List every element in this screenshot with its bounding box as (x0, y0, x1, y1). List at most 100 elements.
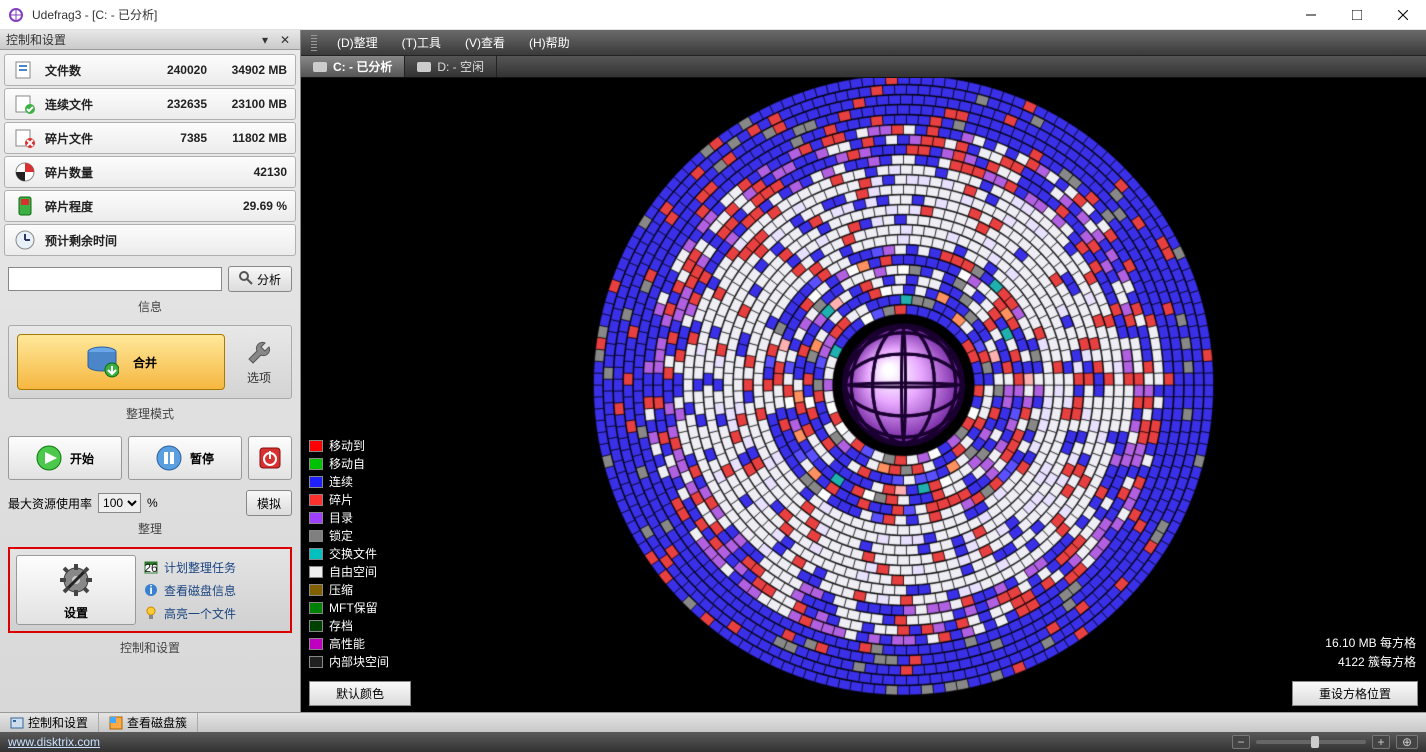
wrench-icon (245, 339, 273, 367)
menu-item[interactable]: (H)帮助 (519, 34, 580, 51)
search-icon (239, 271, 253, 288)
info-section-label: 信息 (0, 296, 300, 321)
zoom-in-button[interactable]: + (1372, 735, 1390, 749)
reset-grid-button[interactable]: 重设方格位置 (1292, 681, 1418, 706)
legend-swatch (309, 602, 323, 614)
bottom-tabs: 控制和设置 查看磁盘簇 (0, 712, 1426, 732)
left-panel-header: 控制和设置 ▾ ✕ (0, 30, 300, 50)
stop-button[interactable] (248, 436, 292, 480)
stat-value-2: 34902 MB (207, 63, 287, 77)
menubar: (D)整理(T)工具(V)查看(H)帮助 (301, 30, 1426, 56)
close-button[interactable] (1380, 0, 1426, 30)
task-item[interactable]: 高亮一个文件 (144, 605, 284, 622)
stats-list: 文件数 240020 34902 MB 连续文件 232635 23100 MB… (0, 50, 300, 262)
legend-swatch (309, 512, 323, 524)
resource-select[interactable]: 100 (98, 493, 141, 513)
legend-item: 连续 (309, 473, 389, 490)
legend-swatch (309, 584, 323, 596)
menu-item[interactable]: (D)整理 (327, 34, 388, 51)
settings-label: 设置 (64, 604, 88, 621)
legend-item: 锁定 (309, 527, 389, 544)
stat-label: 连续文件 (45, 96, 137, 113)
legend-swatch (309, 566, 323, 578)
task-icon (144, 606, 158, 620)
svg-text:i: i (149, 583, 152, 597)
task-item[interactable]: i查看磁盘信息 (144, 582, 284, 599)
start-button[interactable]: 开始 (8, 436, 122, 480)
analyze-button[interactable]: 分析 (228, 266, 292, 292)
app-icon (8, 7, 24, 23)
menubar-grip[interactable] (311, 35, 317, 51)
status-url[interactable]: www.disktrix.com (8, 735, 100, 749)
bottom-tab-label: 查看磁盘簇 (127, 714, 187, 731)
dropdown-icon[interactable]: ▾ (262, 33, 276, 47)
viz-info-line1: 16.10 MB 每方格 (1325, 634, 1416, 651)
legend-label: 自由空间 (329, 563, 377, 580)
legend-swatch (309, 530, 323, 542)
stat-row: 碎片数量 42130 (4, 156, 296, 188)
task-item[interactable]: 26计划整理任务 (144, 559, 284, 576)
merge-label: 合并 (133, 354, 157, 371)
stat-row: 预计剩余时间 (4, 224, 296, 256)
stat-icon (13, 194, 37, 218)
pause-label: 暂停 (190, 450, 214, 467)
stat-icon (13, 126, 37, 150)
path-input[interactable] (8, 267, 222, 291)
titlebar: Udefrag3 - [C: - 已分析] (0, 0, 1426, 30)
legend-label: 锁定 (329, 527, 353, 544)
legend-label: 移动自 (329, 455, 365, 472)
stat-icon (13, 228, 37, 252)
zoom-out-button[interactable]: − (1232, 735, 1250, 749)
settings-button[interactable]: 设置 (16, 555, 136, 625)
options-label: 选项 (247, 369, 271, 386)
stat-row: 碎片文件 7385 11802 MB (4, 122, 296, 154)
statusbar: www.disktrix.com − + ⊕ (0, 732, 1426, 752)
zoom-slider[interactable] (1256, 740, 1366, 744)
resource-unit: % (147, 496, 158, 510)
drive-tab[interactable]: C: - 已分析 (301, 56, 405, 77)
legend-item: 移动到 (309, 437, 389, 454)
right-panel: (D)整理(T)工具(V)查看(H)帮助 C: - 已分析 D: - 空闲 移动到… (301, 30, 1426, 712)
pin-icon[interactable]: ✕ (280, 33, 294, 47)
options-button[interactable]: 选项 (235, 339, 283, 386)
stat-label: 碎片文件 (45, 130, 137, 147)
settings-box: 设置 26计划整理任务 i查看磁盘信息高亮一个文件 (8, 547, 292, 633)
minimize-button[interactable] (1288, 0, 1334, 30)
legend-swatch (309, 458, 323, 470)
drive-tab-label: C: - 已分析 (333, 58, 392, 75)
legend-item: 压缩 (309, 581, 389, 598)
svg-text:26: 26 (144, 561, 158, 574)
menu-item[interactable]: (V)查看 (455, 34, 515, 51)
simulate-button[interactable]: 模拟 (246, 490, 292, 516)
legend-swatch (309, 476, 323, 488)
pause-icon (156, 445, 182, 471)
stat-value-2: 23100 MB (207, 97, 287, 111)
legend-label: 碎片 (329, 491, 353, 508)
legend-item: 移动自 (309, 455, 389, 472)
stat-value-1: 240020 (137, 63, 207, 77)
legend-item: 碎片 (309, 491, 389, 508)
bottom-tab[interactable]: 控制和设置 (0, 713, 99, 732)
disk-map[interactable] (301, 78, 1426, 712)
menu-item[interactable]: (T)工具 (392, 34, 451, 51)
default-colors-button[interactable]: 默认颜色 (309, 681, 411, 706)
zoom-fit-button[interactable]: ⊕ (1396, 735, 1418, 749)
stat-label: 预计剩余时间 (45, 232, 137, 249)
settings-section-label: 控制和设置 (0, 637, 300, 662)
mode-section-label: 整理模式 (0, 403, 300, 428)
play-icon (36, 445, 62, 471)
pause-button[interactable]: 暂停 (128, 436, 242, 480)
stat-label: 碎片程度 (45, 198, 137, 215)
drive-icon (313, 62, 327, 72)
maximize-button[interactable] (1334, 0, 1380, 30)
bottom-tab-icon (109, 716, 123, 730)
drive-tab[interactable]: D: - 空闲 (405, 56, 497, 77)
bottom-tab[interactable]: 查看磁盘簇 (99, 713, 198, 732)
merge-button[interactable]: 合并 (17, 334, 225, 390)
bottom-tab-label: 控制和设置 (28, 714, 88, 731)
database-icon (85, 344, 119, 381)
drive-icon (417, 62, 431, 72)
legend-label: MFT保留 (329, 599, 378, 616)
legend-label: 存档 (329, 617, 353, 634)
resource-label: 最大资源使用率 (8, 495, 92, 512)
